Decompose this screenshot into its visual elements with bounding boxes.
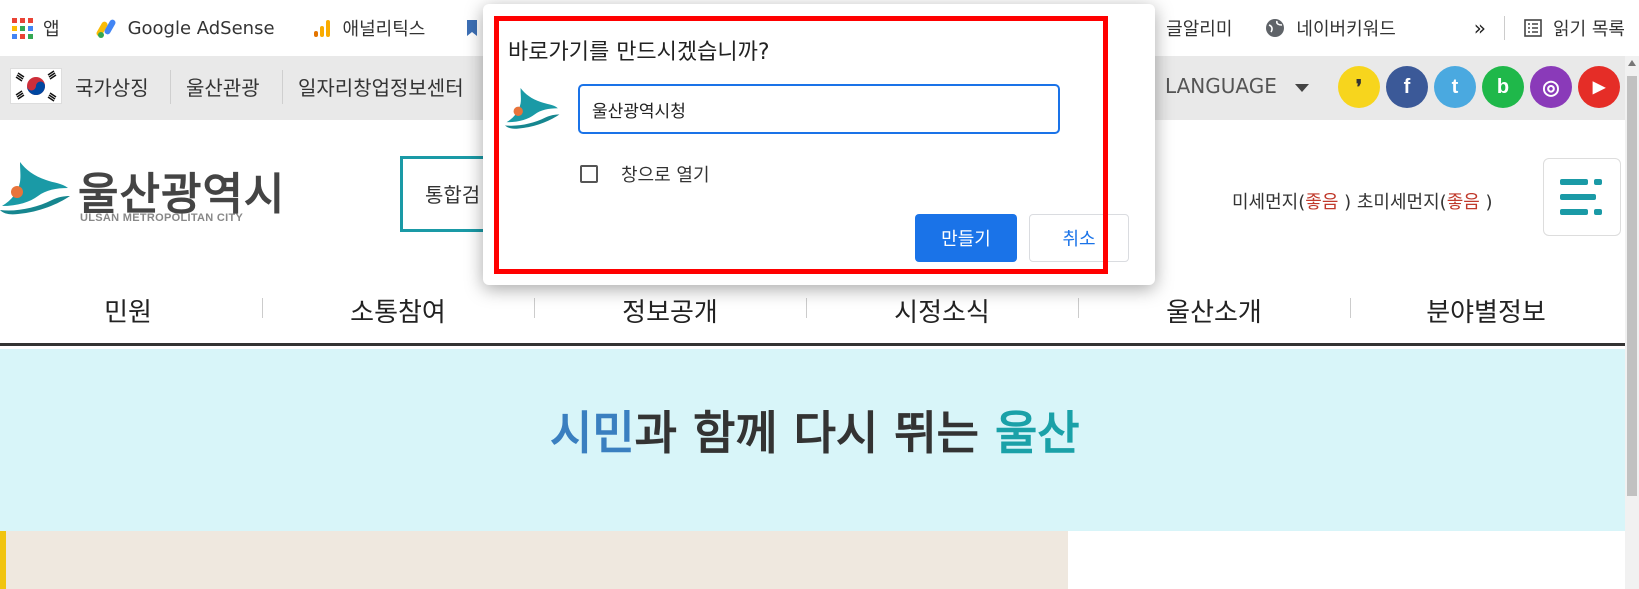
- facebook-icon[interactable]: f: [1386, 66, 1428, 108]
- twitter-icon[interactable]: t: [1434, 66, 1476, 108]
- fine-dust-value: 좋음: [1305, 192, 1339, 213]
- ultrafine-dust-value: 좋음: [1446, 192, 1480, 213]
- divider: [1350, 298, 1351, 318]
- kakaostory-icon[interactable]: ❜: [1338, 66, 1380, 108]
- nav-item-about-ulsan[interactable]: 울산소개: [1114, 292, 1314, 329]
- bookmarks-bar-right: 글알리미 네이버키워드 » 읽기 목록: [1166, 0, 1625, 56]
- shortcut-name-input[interactable]: [578, 84, 1060, 134]
- bookmark-naver-keyword[interactable]: 네이버키워드: [1264, 15, 1396, 41]
- bookmark-icon: [467, 20, 478, 36]
- divider: [282, 70, 283, 104]
- vertical-scrollbar[interactable]: [1625, 56, 1639, 589]
- band-icon[interactable]: b: [1482, 66, 1524, 108]
- language-select[interactable]: LANGUAGE: [1165, 74, 1277, 98]
- nav-item-city-news[interactable]: 시정소식: [842, 292, 1042, 329]
- adsense-icon: [96, 19, 116, 38]
- analytics-icon: [313, 20, 330, 37]
- open-as-window-checkbox[interactable]: [580, 165, 598, 183]
- nav-item-participation[interactable]: 소통참여: [298, 292, 498, 329]
- bookmark-label: 앱: [43, 19, 60, 40]
- create-button[interactable]: 만들기: [915, 214, 1017, 262]
- more-bookmarks-button[interactable]: »: [1474, 16, 1486, 40]
- ulsan-logo-icon[interactable]: [0, 158, 72, 220]
- util-link-national-symbols[interactable]: 국가상징: [75, 72, 149, 101]
- fine-dust-label: 미세먼지(: [1232, 192, 1306, 213]
- apps-grid-icon: [12, 17, 33, 39]
- caret-down-icon[interactable]: [1295, 84, 1309, 92]
- bookmark-analytics[interactable]: 애널리틱스: [311, 15, 426, 41]
- main-visual-panel[interactable]: [0, 531, 1068, 589]
- open-as-window-label[interactable]: 창으로 열기: [621, 161, 710, 187]
- scrollbar-thumb[interactable]: [1627, 76, 1637, 496]
- slogan-part-ulsan: 울산: [994, 406, 1080, 460]
- util-link-jobs-center[interactable]: 일자리창업정보센터: [298, 72, 464, 101]
- divider: [806, 298, 807, 318]
- bookmark-label: Google AdSense: [127, 17, 275, 39]
- scroll-up-arrow-icon[interactable]: [1628, 60, 1636, 66]
- ultrafine-dust-close: ): [1479, 192, 1493, 213]
- divider: [1078, 298, 1079, 318]
- banner-slogan: 시민과 함께 다시 뛰는 울산: [550, 397, 1080, 463]
- bookmark-adsense[interactable]: Google AdSense: [96, 17, 275, 39]
- youtube-icon[interactable]: ▶: [1578, 66, 1620, 108]
- all-menu-button[interactable]: [1543, 158, 1621, 236]
- reading-list-button[interactable]: 읽기 목록: [1523, 15, 1625, 41]
- ultrafine-dust-label: 초미세먼지(: [1351, 192, 1447, 213]
- divider: [1504, 16, 1506, 40]
- bookmark-label[interactable]: 글알리미: [1166, 15, 1232, 41]
- reading-list-label: 읽기 목록: [1553, 19, 1625, 40]
- bookmark-label: 네이버키워드: [1296, 19, 1396, 40]
- side-panel: [1098, 531, 1625, 589]
- nav-item-field-info[interactable]: 분야별정보: [1386, 292, 1586, 329]
- instagram-icon[interactable]: ◎: [1530, 66, 1572, 108]
- slogan-banner: 시민과 함께 다시 뛰는 울산: [0, 349, 1625, 531]
- bookmark-apps[interactable]: 앱: [12, 15, 60, 41]
- cancel-button[interactable]: 취소: [1029, 214, 1129, 262]
- create-shortcut-dialog: 바로가기를 만드시겠습니까? 창으로 열기 만들기 취소: [483, 4, 1155, 285]
- site-favicon-icon: [505, 88, 560, 129]
- site-logo-subtitle: ULSAN METROPOLITAN CITY: [80, 212, 244, 224]
- divider: [170, 70, 171, 104]
- dialog-title: 바로가기를 만드시겠습니까?: [508, 40, 770, 65]
- slogan-part-middle: 과 함께 다시 뛰는: [634, 406, 995, 460]
- slogan-part-citizens: 시민: [550, 406, 635, 460]
- divider: [534, 298, 535, 318]
- bookmark-label: 애널리틱스: [342, 19, 426, 40]
- air-quality-status: 미세먼지(좋음 ) 초미세먼지(좋음 ): [1232, 188, 1493, 214]
- divider: [262, 298, 263, 318]
- nav-item-information-disclosure[interactable]: 정보공개: [570, 292, 770, 329]
- globe-icon: [1266, 19, 1285, 37]
- util-link-ulsan-tourism[interactable]: 울산관광: [186, 72, 260, 101]
- korean-flag-icon: [10, 68, 62, 104]
- fine-dust-close: ): [1338, 192, 1352, 213]
- search-label: 통합검: [425, 183, 481, 207]
- nav-item-civil-affairs[interactable]: 민원: [28, 292, 228, 329]
- menu-icon: [1560, 179, 1588, 185]
- reading-list-icon: [1524, 19, 1542, 37]
